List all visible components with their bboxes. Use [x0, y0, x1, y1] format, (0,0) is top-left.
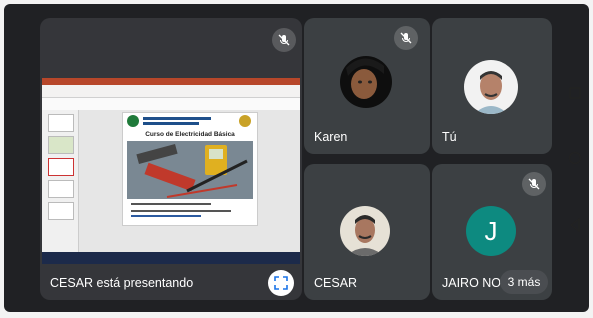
powerpoint-titlebar [42, 78, 300, 85]
slide-thumbnail [48, 202, 74, 220]
slide-thumbnail [48, 158, 74, 176]
slide-thumbnail [48, 136, 74, 154]
slide-thumbnail [48, 114, 74, 132]
home-button[interactable] [568, 151, 582, 170]
recent-apps-button[interactable] [569, 86, 581, 104]
participant-tile-self[interactable]: Tú [432, 18, 552, 154]
slide-thumbnails [42, 110, 79, 252]
powerpoint-ribbon [42, 85, 300, 98]
participant-name: Tú [442, 130, 457, 144]
mic-off-icon [272, 28, 296, 52]
more-participants-button[interactable]: 3 más [500, 270, 548, 294]
triangle-back-icon [569, 217, 580, 233]
circle-icon [568, 151, 582, 165]
windows-taskbar [42, 252, 300, 264]
slide-title: Curso de Electricidad Básica [145, 131, 235, 138]
slide-thumbnail [48, 180, 74, 198]
participant-tile-jairo[interactable]: J JAIRO NOR 3 más [432, 164, 552, 300]
mic-off-icon [394, 26, 418, 50]
avatar-initial: J [466, 206, 516, 256]
powerpoint-workspace: Curso de Electricidad Básica [42, 110, 300, 252]
slide-banner [123, 113, 257, 129]
mic-off-icon [522, 172, 546, 196]
participant-tile-cesar[interactable]: CESAR [304, 164, 430, 300]
avatar [340, 206, 390, 256]
fullscreen-button[interactable] [268, 270, 294, 296]
presentation-tile[interactable]: Curso de Electricidad Básica CESAR está … [40, 18, 302, 300]
square-icon [569, 87, 581, 99]
shared-screen: Curso de Electricidad Básica [42, 78, 300, 264]
fullscreen-icon [274, 276, 288, 290]
participant-name: CESAR [314, 276, 358, 290]
avatar [340, 56, 392, 108]
presenter-label: CESAR está presentando [50, 276, 194, 290]
slide-footer-lines [131, 203, 241, 223]
meeting-screen: Curso de Electricidad Básica CESAR está … [4, 4, 589, 312]
current-slide: Curso de Electricidad Básica [122, 112, 258, 226]
slide-photo [127, 141, 253, 199]
avatar [464, 60, 518, 114]
participant-tile-karen[interactable]: Karen [304, 18, 430, 154]
participant-name: Karen [314, 130, 348, 144]
back-button[interactable] [569, 217, 581, 237]
